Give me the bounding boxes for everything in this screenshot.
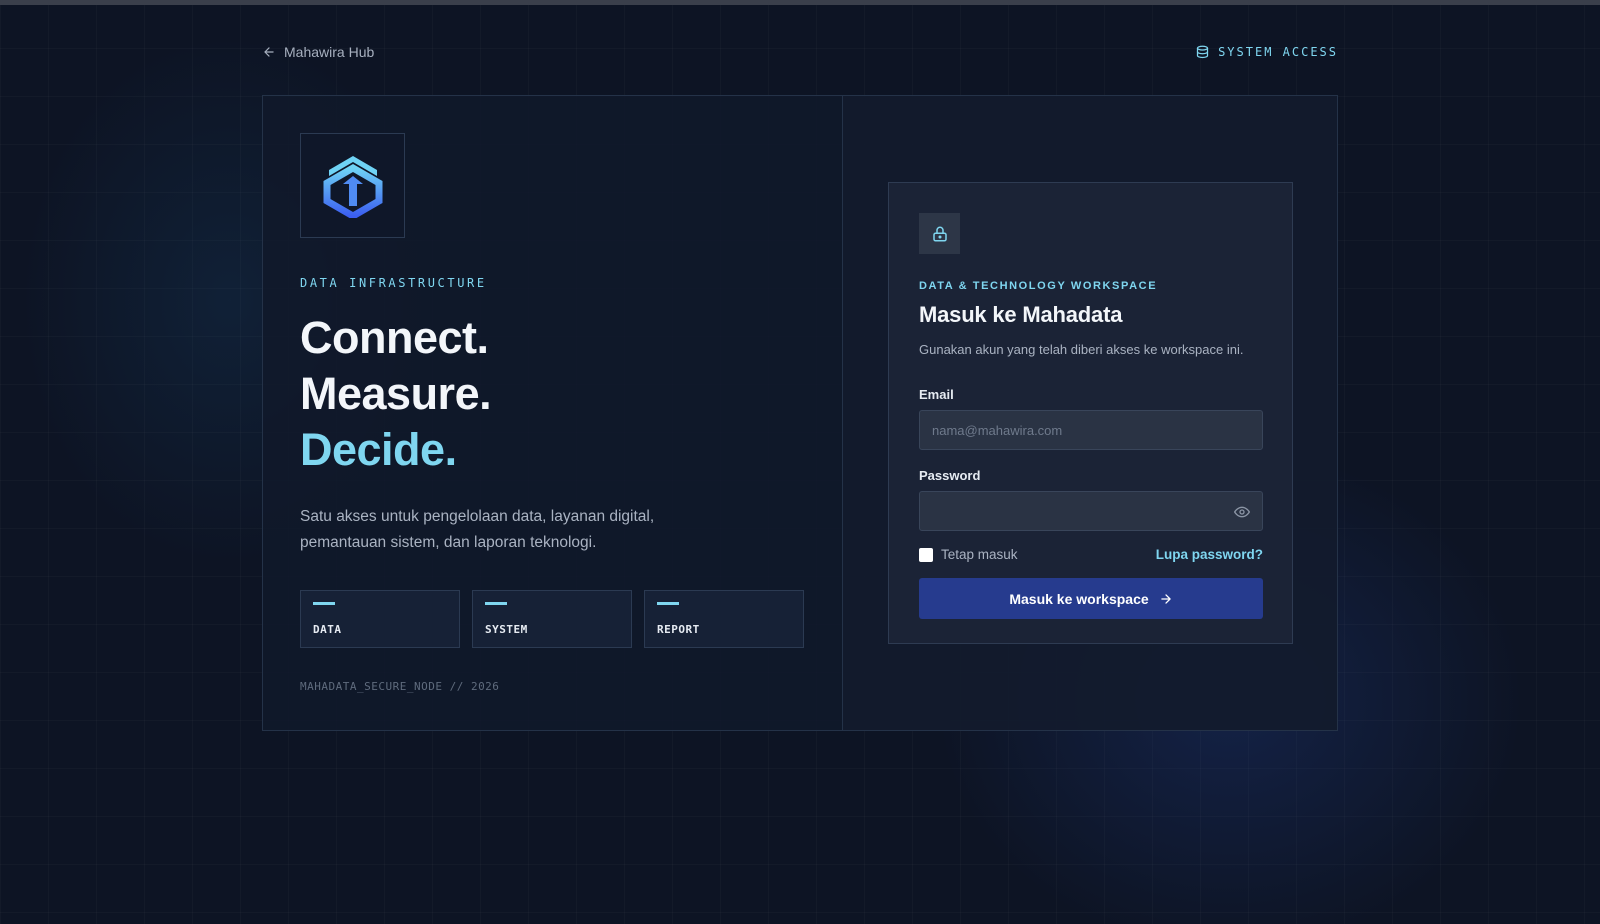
feature-tiles: DATA SYSTEM REPORT [300,590,842,648]
login-form: DATA & TECHNOLOGY WORKSPACE Masuk ke Mah… [888,182,1293,644]
hero-description: Satu akses untuk pengelolaan data, layan… [300,508,655,551]
email-field-wrapper [919,410,1263,450]
footer-code: MAHADATA_SECURE_NODE // 2026 [300,680,500,693]
system-access-label: SYSTEM ACCESS [1195,45,1338,60]
email-label: Email [919,387,954,402]
login-title: Masuk ke Mahadata [919,302,1123,327]
feature-tile-system: SYSTEM [472,590,632,648]
password-field-wrapper [919,491,1263,531]
headline-line-1: Connect. [300,312,489,363]
submit-button-label: Masuk ke workspace [1009,590,1149,607]
forgot-password-link[interactable]: Lupa password? [1156,547,1263,562]
tile-label: SYSTEM [485,623,528,636]
remember-checkbox[interactable] [919,547,933,562]
main-card: DATA INFRASTRUCTURE Connect. Measure. De… [262,95,1338,731]
feature-tile-data: DATA [300,590,460,648]
top-bar [0,0,1600,5]
mahadata-logo-icon [323,155,382,218]
logo [300,133,405,238]
headline-line-3: Decide. [300,424,457,475]
lock-icon [932,226,947,241]
tile-accent-bar [313,602,335,605]
eye-icon[interactable] [1234,504,1250,520]
remember-option[interactable]: Tetap masuk [919,547,1018,562]
login-panel: DATA & TECHNOLOGY WORKSPACE Masuk ke Mah… [843,96,1337,730]
lock-badge [919,213,960,254]
email-field[interactable] [932,422,1250,438]
login-eyebrow: DATA & TECHNOLOGY WORKSPACE [919,280,1158,292]
top-nav: Mahawira Hub SYSTEM ACCESS [262,40,1338,64]
submit-button[interactable]: Masuk ke workspace [919,578,1263,619]
tile-accent-bar [485,602,507,605]
back-link-label: Mahawira Hub [284,44,375,60]
remember-label: Tetap masuk [941,547,1018,562]
arrow-right-icon [1160,593,1171,604]
tile-label: DATA [313,623,342,636]
password-field[interactable] [932,503,1250,519]
hero-eyebrow: DATA INFRASTRUCTURE [300,276,487,290]
tile-label: REPORT [657,623,700,636]
password-label: Password [919,468,981,483]
login-subtitle: Gunakan akun yang telah diberi akses ke … [919,342,1244,357]
hero-headline: Connect. Measure. Decide. [300,310,842,478]
system-access-text: SYSTEM ACCESS [1218,45,1338,59]
feature-tile-report: REPORT [644,590,804,648]
database-icon [1196,45,1209,58]
arrow-left-icon [264,47,274,57]
headline-line-2: Measure. [300,368,492,419]
tile-accent-bar [657,602,679,605]
remember-row: Tetap masuk Lupa password? [919,547,1263,562]
hero-panel: DATA INFRASTRUCTURE Connect. Measure. De… [263,96,843,730]
back-link[interactable]: Mahawira Hub [262,44,374,60]
